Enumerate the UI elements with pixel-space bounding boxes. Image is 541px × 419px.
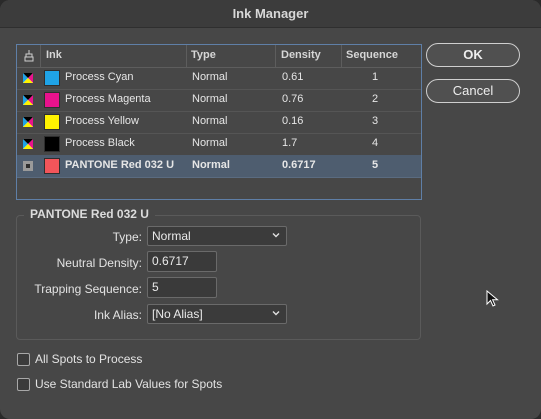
ink-density: 0.16: [282, 115, 304, 127]
trapping-sequence-label: Trapping Sequence:: [34, 282, 142, 296]
ink-type: Normal: [192, 71, 228, 83]
process-ink-icon: [23, 95, 33, 105]
type-select-value: Normal: [152, 229, 191, 243]
header-sequence[interactable]: Sequence: [346, 49, 398, 61]
ink-sequence: 5: [372, 159, 379, 171]
ink-manager-dialog: Ink Manager Ink Type Density Sequence Pr…: [0, 0, 541, 419]
ink-name: Process Magenta: [65, 93, 151, 105]
standard-lab-values-checkbox[interactable]: [17, 378, 30, 391]
mouse-pointer-icon: [486, 290, 499, 307]
title-bar: Ink Manager: [0, 0, 541, 28]
ink-density: 0.6717: [282, 159, 316, 171]
ink-alias-select[interactable]: [No Alias]: [147, 304, 287, 324]
ink-alias-label: Ink Alias:: [93, 308, 142, 322]
group-title: PANTONE Red 032 U: [24, 207, 155, 221]
standard-lab-values-label[interactable]: Use Standard Lab Values for Spots: [35, 377, 222, 391]
process-ink-icon: [23, 117, 33, 127]
column-divider: [275, 45, 276, 67]
ink-name: Process Black: [65, 137, 135, 149]
chevron-down-icon: [272, 233, 280, 238]
cancel-button[interactable]: Cancel: [426, 79, 520, 103]
ink-alias-select-value: [No Alias]: [152, 307, 203, 321]
ink-swatch: [44, 158, 60, 174]
table-header: Ink Type Density Sequence: [17, 45, 421, 68]
ink-name: PANTONE Red 032 U: [65, 159, 175, 171]
ink-sequence: 4: [372, 137, 379, 149]
column-divider: [186, 45, 187, 67]
trapping-sequence-field[interactable]: 5: [147, 277, 217, 298]
table-row-selected[interactable]: PANTONE Red 032 U Normal 0.6717 5: [17, 155, 421, 178]
process-ink-icon: [23, 73, 33, 83]
type-label: Type:: [112, 230, 142, 244]
header-type[interactable]: Type: [191, 49, 216, 61]
chevron-down-icon: [272, 311, 280, 316]
ink-density: 1.7: [282, 137, 298, 149]
ink-sequence: 1: [372, 71, 379, 83]
ink-swatch: [44, 92, 60, 108]
ink-density: 0.61: [282, 71, 304, 83]
ink-swatch: [44, 114, 60, 130]
ink-table[interactable]: Ink Type Density Sequence Process Cyan N…: [16, 44, 422, 200]
all-spots-to-process-checkbox[interactable]: [17, 353, 30, 366]
process-ink-icon: [23, 139, 33, 149]
ink-swatch: [44, 136, 60, 152]
neutral-density-label: Neutral Density:: [56, 256, 142, 270]
ink-type: Normal: [192, 115, 228, 127]
table-row[interactable]: Process Yellow Normal 0.16 3: [17, 111, 421, 134]
ink-name: Process Cyan: [65, 71, 134, 83]
column-divider: [341, 45, 342, 67]
ink-type: Normal: [192, 159, 230, 171]
table-row[interactable]: Process Magenta Normal 0.76 2: [17, 89, 421, 112]
ink-density: 0.76: [282, 93, 304, 105]
ink-column-icon: [24, 50, 34, 62]
table-row[interactable]: Process Black Normal 1.7 4: [17, 133, 421, 156]
header-ink[interactable]: Ink: [46, 49, 62, 61]
ink-swatch: [44, 70, 60, 86]
ink-sequence: 2: [372, 93, 379, 105]
ink-type: Normal: [192, 93, 228, 105]
spot-ink-icon: [23, 161, 33, 171]
ok-button[interactable]: OK: [426, 43, 520, 67]
neutral-density-field[interactable]: 0.6717: [147, 251, 217, 272]
table-row[interactable]: Process Cyan Normal 0.61 1: [17, 67, 421, 90]
ink-name: Process Yellow: [65, 115, 139, 127]
ink-type: Normal: [192, 137, 228, 149]
window-title: Ink Manager: [232, 6, 309, 21]
ink-sequence: 3: [372, 115, 379, 127]
all-spots-to-process-label[interactable]: All Spots to Process: [35, 352, 142, 366]
type-select[interactable]: Normal: [147, 226, 287, 246]
header-density[interactable]: Density: [281, 49, 321, 61]
column-divider: [40, 45, 41, 67]
